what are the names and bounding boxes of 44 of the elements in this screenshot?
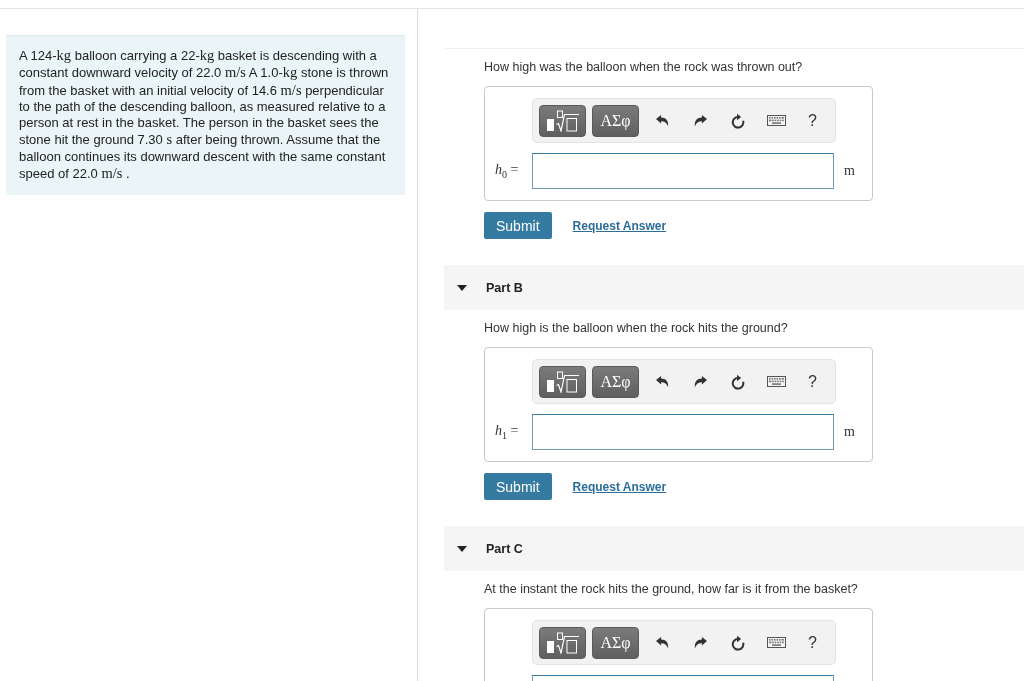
undo-icon[interactable] (655, 636, 669, 649)
help-button[interactable]: ? (808, 366, 817, 397)
redo-icon[interactable] (693, 375, 707, 388)
part-header[interactable]: Part B (444, 265, 1024, 310)
reset-icon[interactable] (730, 634, 746, 651)
template-button[interactable] (539, 626, 586, 659)
answer-field[interactable] (532, 153, 834, 189)
help-button[interactable]: ? (808, 105, 817, 136)
submit-button[interactable]: Submit (484, 212, 552, 239)
help-button[interactable]: ? (808, 627, 817, 658)
caret-icon[interactable] (457, 284, 467, 291)
template-button[interactable] (539, 104, 586, 137)
request-answer-link[interactable]: Request Answer (572, 479, 667, 494)
reset-icon[interactable] (730, 373, 746, 390)
symbols-button[interactable]: ΑΣφ (592, 626, 639, 659)
question-text: At the instant the rock hits the ground, how far is it from the basket? (484, 581, 859, 597)
unit-label: m (844, 424, 856, 440)
keyboard-icon[interactable] (766, 637, 786, 648)
template-button[interactable] (539, 365, 586, 398)
part-title: Part B (486, 280, 523, 295)
part-title: Part C (486, 541, 523, 556)
redo-icon[interactable] (693, 114, 707, 127)
undo-icon[interactable] (655, 114, 669, 127)
problem-text: A 124-kg balloon carrying a 22-kg basket is descending with a constant downward velocity of 22.0 m/s A 1.0-kg stone is thrown from the basket with an initial velocity of 14.6 m/s perpendicular to the path of the descending balloon, as measured relative to a person at rest in the basket. The person in the basket sees the stone hit the ground 7.30 s after being thrown. Assume that the balloon continues its downward descent with the same constant speed of 22.0 m/s . (19, 47, 390, 183)
unit-label: m (844, 163, 856, 179)
question-text: How high is the balloon when the rock hits the ground? (484, 320, 789, 336)
root-template-icon (545, 370, 580, 393)
redo-icon[interactable] (693, 636, 707, 649)
answer-field[interactable] (532, 414, 834, 450)
root-template-icon (545, 109, 580, 132)
symbols-button[interactable]: ΑΣφ (592, 365, 639, 398)
root-template-icon (545, 631, 580, 654)
answer-label: h$_{0}$ = (495, 162, 520, 180)
reset-icon[interactable] (730, 112, 746, 129)
question-text: How high was the balloon when the rock was thrown out? (484, 59, 804, 75)
symbols-button[interactable]: ΑΣφ (592, 104, 639, 137)
submit-button[interactable]: Submit (484, 473, 552, 500)
answer-label: h$_{1}$ = (495, 423, 520, 441)
request-answer-link[interactable]: Request Answer (572, 218, 667, 233)
caret-icon[interactable] (457, 545, 467, 552)
keyboard-icon[interactable] (766, 376, 786, 387)
keyboard-icon[interactable] (766, 115, 786, 126)
undo-icon[interactable] (655, 375, 669, 388)
part-header[interactable]: Part C (444, 526, 1024, 571)
